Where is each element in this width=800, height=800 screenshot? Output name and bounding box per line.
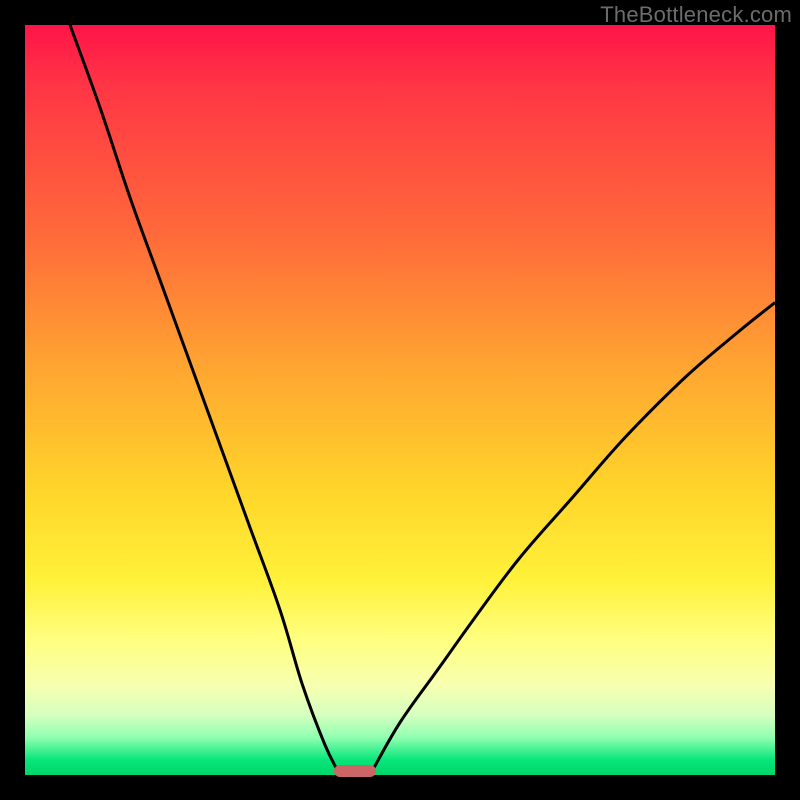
plot-frame (25, 25, 775, 775)
right-curve (370, 303, 775, 776)
bottleneck-marker (334, 765, 376, 777)
left-curve (70, 25, 340, 775)
curve-overlay (25, 25, 775, 775)
